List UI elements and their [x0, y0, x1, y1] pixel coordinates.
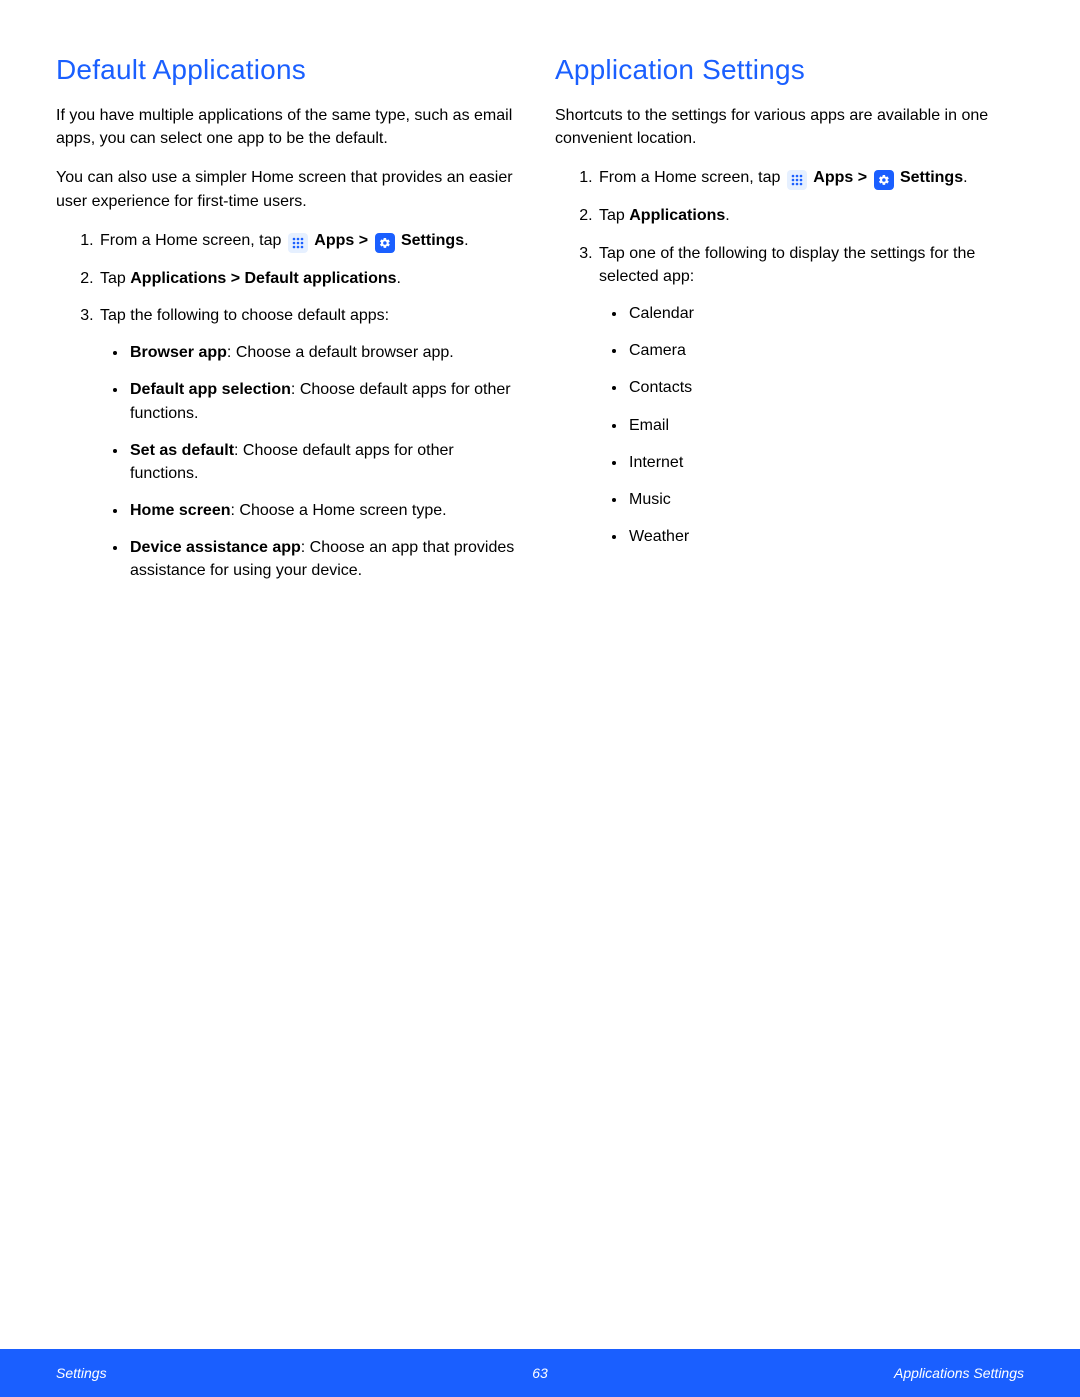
period: .: [725, 207, 729, 224]
right-steps: From a Home screen, tap Apps > Settings.…: [555, 166, 1024, 548]
footer-left: Settings: [56, 1365, 107, 1381]
app-item: Music: [627, 488, 1024, 511]
gt: >: [853, 169, 871, 186]
app-item: Email: [627, 414, 1024, 437]
bullet-bold: Device assistance app: [130, 539, 301, 556]
app-item: Camera: [627, 339, 1024, 362]
settings-label: Settings: [900, 169, 963, 186]
left-step-3: Tap the following to choose default apps…: [98, 304, 525, 583]
page-footer: Settings 63 Applications Settings: [0, 1349, 1080, 1397]
apps-icon: [787, 170, 807, 190]
left-column: Default Applications If you have multipl…: [56, 54, 525, 597]
bullet-browser-app: Browser app: Choose a default browser ap…: [128, 341, 525, 364]
right-step-1: From a Home screen, tap Apps > Settings.: [597, 166, 1024, 190]
step-text: From a Home screen, tap: [100, 232, 286, 249]
footer-page-number: 63: [532, 1365, 548, 1381]
right-heading: Application Settings: [555, 54, 1024, 86]
bullet-rest: : Choose a default browser app.: [227, 344, 454, 361]
app-item: Contacts: [627, 376, 1024, 399]
settings-label: Settings: [401, 232, 464, 249]
bullet-set-as-default: Set as default: Choose default apps for …: [128, 439, 525, 485]
left-step-1: From a Home screen, tap Apps > Settings.: [98, 229, 525, 253]
apps-icon: [288, 233, 308, 253]
content-columns: Default Applications If you have multipl…: [0, 0, 1080, 597]
app-item: Internet: [627, 451, 1024, 474]
apps-label: Apps: [813, 169, 853, 186]
left-heading: Default Applications: [56, 54, 525, 86]
settings-icon: [375, 233, 395, 253]
right-step-3: Tap one of the following to display the …: [597, 242, 1024, 549]
right-step-2: Tap Applications.: [597, 204, 1024, 227]
step-text: Tap: [599, 207, 629, 224]
step-text: Tap the following to choose default apps…: [100, 307, 389, 324]
left-steps: From a Home screen, tap Apps > Settings.…: [56, 229, 525, 583]
step-text: From a Home screen, tap: [599, 169, 785, 186]
bullet-bold: Set as default: [130, 442, 234, 459]
bullet-rest: : Choose a Home screen type.: [231, 502, 447, 519]
bullet-bold: Browser app: [130, 344, 227, 361]
apps-label: Apps: [314, 232, 354, 249]
settings-icon: [874, 170, 894, 190]
step-text: Tap one of the following to display the …: [599, 245, 975, 285]
left-bullets: Browser app: Choose a default browser ap…: [100, 341, 525, 583]
right-column: Application Settings Shortcuts to the se…: [555, 54, 1024, 597]
left-step-2: Tap Applications > Default applications.: [98, 267, 525, 290]
left-para-1: If you have multiple applications of the…: [56, 104, 525, 150]
right-apps-list: Calendar Camera Contacts Email Internet …: [599, 302, 1024, 548]
step-text: Tap: [100, 270, 130, 287]
document-page: Default Applications If you have multipl…: [0, 0, 1080, 1397]
step-bold: Applications > Default applications: [130, 270, 396, 287]
bullet-home-screen: Home screen: Choose a Home screen type.: [128, 499, 525, 522]
app-item: Calendar: [627, 302, 1024, 325]
right-para-1: Shortcuts to the settings for various ap…: [555, 104, 1024, 150]
period: .: [397, 270, 401, 287]
footer-right: Applications Settings: [894, 1365, 1024, 1381]
bullet-default-app-selection: Default app selection: Choose default ap…: [128, 378, 525, 424]
app-item: Weather: [627, 525, 1024, 548]
bullet-bold: Home screen: [130, 502, 231, 519]
bullet-bold: Default app selection: [130, 381, 291, 398]
period: .: [464, 232, 468, 249]
step-bold: Applications: [629, 207, 725, 224]
gt: >: [354, 232, 372, 249]
bullet-device-assistance-app: Device assistance app: Choose an app tha…: [128, 536, 525, 582]
period: .: [963, 169, 967, 186]
left-para-2: You can also use a simpler Home screen t…: [56, 166, 525, 212]
